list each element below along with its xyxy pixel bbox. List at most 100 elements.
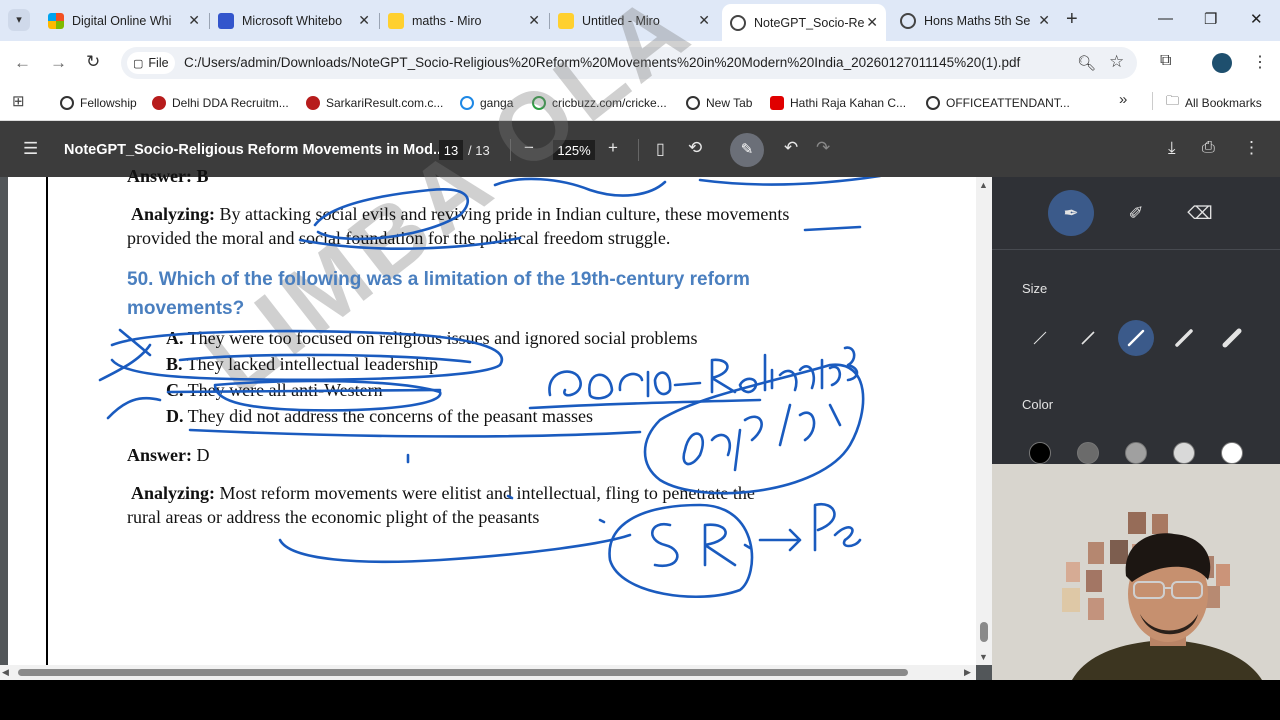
site-icon (306, 96, 320, 110)
folder-icon: 🗀 (1166, 93, 1180, 108)
size-option-5[interactable] (1214, 320, 1250, 356)
pen-tool-icon[interactable]: ✒ (1048, 190, 1094, 236)
globe-icon (926, 96, 940, 110)
microsoft-icon (48, 12, 64, 29)
bookmark-sarkari-result[interactable]: SarkariResult.com.c... (306, 93, 443, 113)
bookmark-office-attendant[interactable]: OFFICEATTENDANT... (926, 93, 1070, 113)
analyzing-paragraph-2-line2: rural areas or address the economic plig… (127, 507, 540, 527)
hamburger-menu-icon[interactable]: ☰ (23, 139, 38, 159)
close-icon[interactable]: ✕ (698, 12, 710, 29)
bookmark-new-tab[interactable]: New Tab (686, 93, 752, 113)
answer: Answer: D (127, 445, 210, 465)
close-icon[interactable]: ✕ (528, 12, 540, 29)
new-tab-icon[interactable]: + (1066, 8, 1078, 31)
tab-title: Hons Maths 5th Se (924, 13, 1031, 28)
tab-microsoft-whiteboard[interactable]: Microsoft Whitebo ✕ (210, 6, 378, 35)
option-b: B. They lacked intellectual leadership (166, 354, 439, 374)
color-label: Color (1022, 397, 1054, 412)
zoom-icon[interactable]: 🔍︎ (1077, 54, 1096, 72)
eraser-tool-icon[interactable]: ⌫ (1177, 190, 1223, 236)
analyzing-paragraph-2: Analyzing: Most reform movements were el… (131, 483, 755, 503)
color-swatch-gray[interactable] (1125, 442, 1147, 464)
avatar[interactable] (1212, 53, 1232, 73)
vertical-scroll-thumb[interactable] (980, 622, 988, 642)
tab-title: Microsoft Whitebo (242, 13, 343, 28)
extensions-icon[interactable]: ⧉ (1160, 52, 1171, 70)
size-label: Size (1022, 281, 1048, 296)
option-a: A. They were too focused on religious is… (166, 328, 698, 348)
analyzing-paragraph-1: Analyzing: By attacking social evils and… (131, 204, 790, 224)
color-swatch-black[interactable] (1029, 442, 1051, 464)
webcam-overlay (992, 464, 1280, 680)
all-bookmarks[interactable]: 🗀 All Bookmarks (1166, 93, 1262, 113)
scroll-down-icon[interactable]: ▼ (979, 652, 988, 662)
more-options-icon[interactable]: ⋮ (1243, 138, 1260, 158)
horizontal-scroll-thumb[interactable] (18, 669, 908, 676)
page-margin-line (46, 177, 48, 665)
forward-icon[interactable]: → (50, 53, 67, 73)
size-option-1[interactable] (1022, 320, 1058, 356)
rotate-icon[interactable]: ⟲ (688, 138, 702, 158)
tab-title: maths - Miro (412, 13, 482, 28)
redo-icon[interactable]: ↷ (816, 138, 830, 158)
scroll-right-icon[interactable]: ▶ (964, 667, 971, 678)
size-option-3-selected[interactable] (1118, 320, 1154, 356)
file-info-icon[interactable]: ▢ File (127, 52, 175, 74)
close-window-icon[interactable]: ✕ (1250, 10, 1263, 28)
undo-icon[interactable]: ↶ (784, 138, 798, 158)
back-icon[interactable]: ← (14, 53, 31, 73)
close-icon[interactable]: ✕ (358, 12, 370, 29)
star-icon[interactable]: ☆ (1109, 52, 1124, 72)
print-icon[interactable]: ⎙ (1202, 139, 1215, 157)
panel-divider (992, 249, 1280, 250)
size-option-4[interactable] (1166, 320, 1202, 356)
close-icon[interactable]: ✕ (866, 14, 878, 31)
tab-maths-miro[interactable]: maths - Miro ✕ (380, 6, 548, 35)
analyzing-paragraph-1-line2: provided the moral and social foundation… (127, 228, 671, 248)
restore-icon[interactable]: ❐ (1204, 10, 1217, 28)
color-swatch-white[interactable] (1221, 442, 1243, 464)
size-option-2[interactable] (1070, 320, 1106, 356)
annotate-button[interactable]: ✎ (730, 133, 764, 167)
bookmark-hathi-raja[interactable]: Hathi Raja Kahan C... (770, 93, 906, 113)
close-icon[interactable]: ✕ (1038, 12, 1050, 29)
bookmarks-overflow-icon[interactable]: » (1119, 91, 1127, 108)
tab-search-icon[interactable]: ▾ (8, 9, 30, 31)
vertical-scrollbar[interactable] (976, 177, 992, 665)
close-icon[interactable]: ✕ (188, 12, 200, 29)
globe-icon (60, 96, 74, 110)
whiteboard-icon (218, 12, 234, 29)
toolbar-divider (638, 139, 639, 161)
miro-icon (558, 12, 574, 29)
scroll-left-icon[interactable]: ◀ (2, 667, 9, 678)
question-heading: 50. Which of the following was a limitat… (127, 269, 750, 290)
tab-digital-online[interactable]: Digital Online Whi ✕ (40, 6, 208, 35)
scroll-up-icon[interactable]: ▲ (979, 180, 988, 190)
tab-hons-maths[interactable]: Hons Maths 5th Se ✕ (892, 6, 1058, 35)
fit-page-icon[interactable]: ▯ (656, 139, 665, 159)
tab-notegpt-active[interactable]: NoteGPT_Socio-Re ✕ (722, 4, 886, 41)
globe-icon (686, 96, 700, 110)
tab-title: Digital Online Whi (72, 13, 172, 28)
menu-icon[interactable]: ⋮ (1252, 52, 1268, 72)
download-icon[interactable]: ⤓ (1168, 138, 1176, 158)
pdf-title: NoteGPT_Socio-Religious Reform Movements… (64, 142, 446, 158)
apps-icon[interactable]: ⊞ (12, 92, 25, 110)
zoom-in-icon[interactable]: + (608, 138, 618, 158)
color-swatch-light-gray[interactable] (1173, 442, 1195, 464)
file-icon: ▢ (133, 57, 144, 70)
highlighter-tool-icon[interactable]: ✐ (1113, 190, 1159, 236)
color-swatch-dark-gray[interactable] (1077, 442, 1099, 464)
globe-icon (730, 14, 746, 31)
bookmark-delhi-dda[interactable]: Delhi DDA Recruitm... (152, 93, 289, 113)
option-d: D. They did not address the concerns of … (166, 406, 594, 426)
bottom-letterbox (0, 680, 1280, 720)
site-icon (152, 96, 166, 110)
minimize-icon[interactable]: — (1158, 10, 1173, 27)
miro-icon (388, 12, 404, 29)
reload-icon[interactable]: ↻ (86, 52, 100, 72)
previous-answer: Answer: B (127, 166, 209, 186)
youtube-icon (770, 96, 784, 110)
bookmark-fellowship[interactable]: Fellowship (60, 93, 137, 113)
bookmarks-divider (1152, 92, 1153, 110)
